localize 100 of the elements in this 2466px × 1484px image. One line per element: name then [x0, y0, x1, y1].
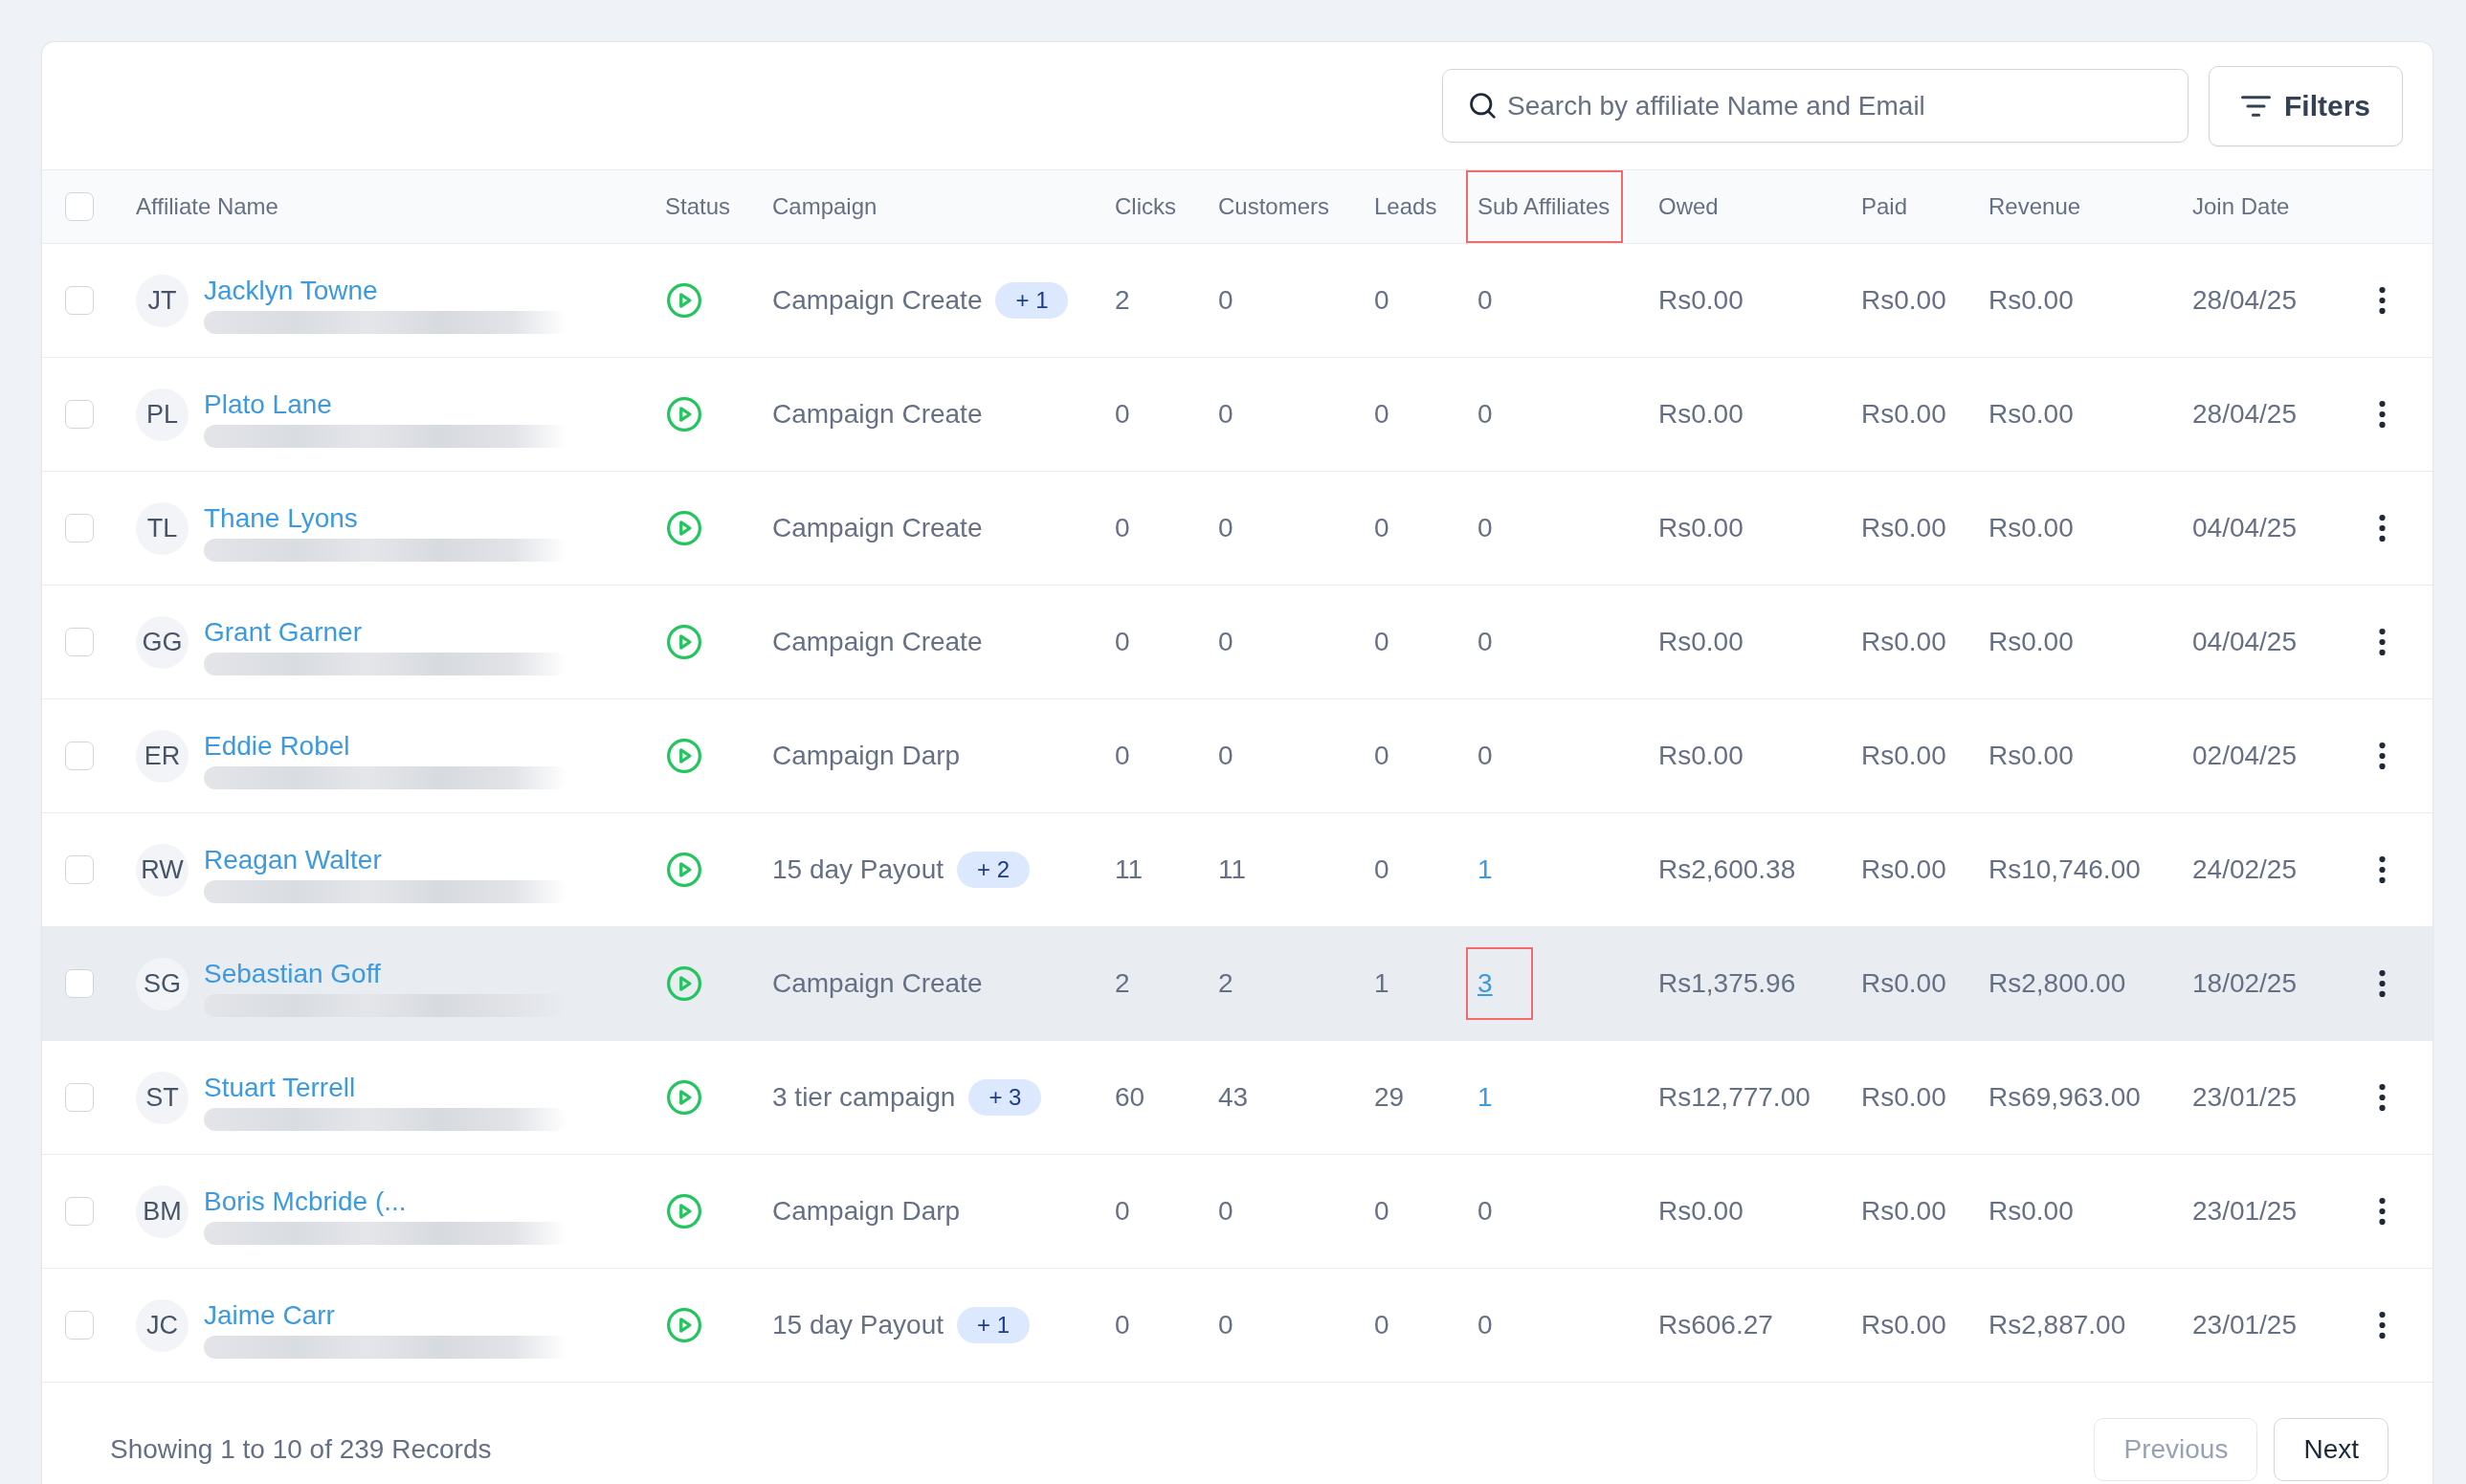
table-cell: 15 day Payout	[772, 1309, 944, 1341]
affiliate-name-link[interactable]: Reagan Walter	[204, 844, 382, 875]
checkbox[interactable]	[65, 628, 94, 656]
table-cell: Campaign Create	[772, 967, 983, 1000]
column-header: Status	[665, 192, 731, 221]
checkbox[interactable]	[65, 1197, 94, 1226]
table-cell: Rs0.00	[1658, 740, 1744, 772]
table-cell: Rs606.27	[1658, 1309, 1773, 1341]
table-cell: Rs0.00	[1988, 626, 2074, 658]
table-cell: 0	[1115, 626, 1130, 658]
table-cell: Rs0.00	[1658, 1195, 1744, 1228]
affiliate-name-link[interactable]: Sebastian Goff	[204, 958, 381, 989]
column-header: Revenue	[1988, 192, 2081, 221]
column-header: Paid	[1861, 192, 1908, 221]
table-cell: Rs0.00	[1988, 512, 2074, 544]
pagination-button[interactable]: Next	[2274, 1418, 2388, 1481]
more-options-icon[interactable]	[2378, 515, 2386, 542]
sub-affiliates-link[interactable]: 1	[1477, 853, 1493, 886]
table-cell: 0	[1374, 284, 1389, 317]
avatar: SG	[136, 957, 189, 1010]
affiliate-name-link[interactable]: Thane Lyons	[204, 502, 358, 534]
table-cell: Rs2,800.00	[1988, 967, 2126, 1000]
avatar: JC	[136, 1298, 189, 1352]
table-cell: 3 tier campaign	[772, 1081, 956, 1114]
table-cell: 24/02/25	[2192, 853, 2297, 886]
table-cell: 18/02/25	[2192, 967, 2297, 1000]
table-cell: Rs0.00	[1861, 1309, 1946, 1341]
table-cell: 0	[1115, 512, 1130, 544]
avatar: BM	[136, 1185, 189, 1238]
table-cell: Rs0.00	[1988, 1195, 2074, 1228]
table-cell: 2	[1218, 967, 1233, 1000]
table-cell: Rs0.00	[1861, 512, 1946, 544]
affiliate-name-link[interactable]: Grant Garner	[204, 616, 362, 648]
checkbox[interactable]	[65, 286, 94, 315]
table-cell: 23/01/25	[2192, 1195, 2297, 1228]
more-options-icon[interactable]	[2378, 856, 2386, 883]
count-badge: + 2	[957, 852, 1031, 888]
table-cell: 1	[1374, 967, 1389, 1000]
table-cell: 29	[1374, 1081, 1405, 1114]
table-cell: Campaign Darp	[772, 740, 961, 772]
table-cell: Campaign Darp	[772, 1195, 961, 1228]
more-options-icon[interactable]	[2378, 970, 2386, 997]
table-cell: 0	[1218, 1195, 1233, 1228]
table-cell: Rs10,746.00	[1988, 853, 2141, 886]
affiliate-name-link[interactable]: Boris Mcbride (...	[204, 1185, 407, 1217]
table-cell: Rs12,777.00	[1658, 1081, 1811, 1114]
checkbox[interactable]	[65, 969, 94, 998]
table-cell: 0	[1477, 284, 1493, 317]
checkbox[interactable]	[65, 1083, 94, 1112]
table-cell: 0	[1218, 740, 1233, 772]
checkbox[interactable]	[65, 192, 94, 221]
table-cell: 0	[1374, 740, 1389, 772]
more-options-icon[interactable]	[2378, 629, 2386, 655]
table-cell: 0	[1477, 740, 1493, 772]
checkbox[interactable]	[65, 1311, 94, 1340]
table-cell: 0	[1374, 398, 1389, 431]
sub-affiliates-link[interactable]: 3	[1477, 967, 1493, 1000]
table-cell: 2	[1115, 967, 1130, 1000]
checkbox[interactable]	[65, 742, 94, 770]
avatar: ER	[136, 729, 189, 783]
sub-affiliates-link[interactable]: 1	[1477, 1081, 1493, 1114]
checkbox[interactable]	[65, 855, 94, 884]
affiliate-name-link[interactable]: Stuart Terrell	[204, 1072, 356, 1103]
affiliate-name-link[interactable]: Jacklyn Towne	[204, 275, 378, 306]
more-options-icon[interactable]	[2378, 401, 2386, 428]
table-cell: Rs0.00	[1658, 512, 1744, 544]
affiliate-name-link[interactable]: Eddie Robel	[204, 730, 350, 762]
table-cell: Rs0.00	[1658, 284, 1744, 317]
more-options-icon[interactable]	[2378, 1312, 2386, 1339]
table-cell: 60	[1115, 1081, 1145, 1114]
search-field[interactable]: Search by affiliate Name and Email	[1442, 69, 2188, 143]
table-cell: 0	[1115, 398, 1130, 431]
affiliate-name-link[interactable]: Plato Lane	[204, 388, 332, 420]
more-options-icon[interactable]	[2378, 1198, 2386, 1225]
checkbox[interactable]	[65, 514, 94, 543]
table-cell: 2	[1115, 284, 1130, 317]
table-cell: 0	[1477, 512, 1493, 544]
affiliate-name-link[interactable]: Jaime Carr	[204, 1299, 335, 1331]
checkbox[interactable]	[65, 400, 94, 429]
table-cell: 15 day Payout	[772, 853, 944, 886]
table-cell: Campaign Create	[772, 398, 983, 431]
table-cell: 0	[1374, 1195, 1389, 1228]
column-header: Affiliate Name	[136, 192, 278, 221]
table-cell: Rs0.00	[1988, 740, 2074, 772]
column-header: Sub Affiliates	[1477, 192, 1611, 221]
table-cell: Campaign Create	[772, 284, 983, 317]
table-cell: 0	[1115, 1309, 1130, 1341]
avatar: ST	[136, 1071, 189, 1124]
table-cell: Rs0.00	[1861, 1081, 1946, 1114]
count-badge: + 1	[957, 1307, 1031, 1343]
table-cell: 0	[1115, 1195, 1130, 1228]
table-cell: Rs0.00	[1861, 967, 1946, 1000]
table-cell: Campaign Create	[772, 626, 983, 658]
more-options-icon[interactable]	[2378, 287, 2386, 314]
more-options-icon[interactable]	[2378, 1084, 2386, 1111]
table-cell: 23/01/25	[2192, 1081, 2297, 1114]
table-cell: 0	[1218, 626, 1233, 658]
filters-button[interactable]: Filters	[2209, 65, 2403, 146]
more-options-icon[interactable]	[2378, 742, 2386, 769]
table-cell: 0	[1374, 1309, 1389, 1341]
